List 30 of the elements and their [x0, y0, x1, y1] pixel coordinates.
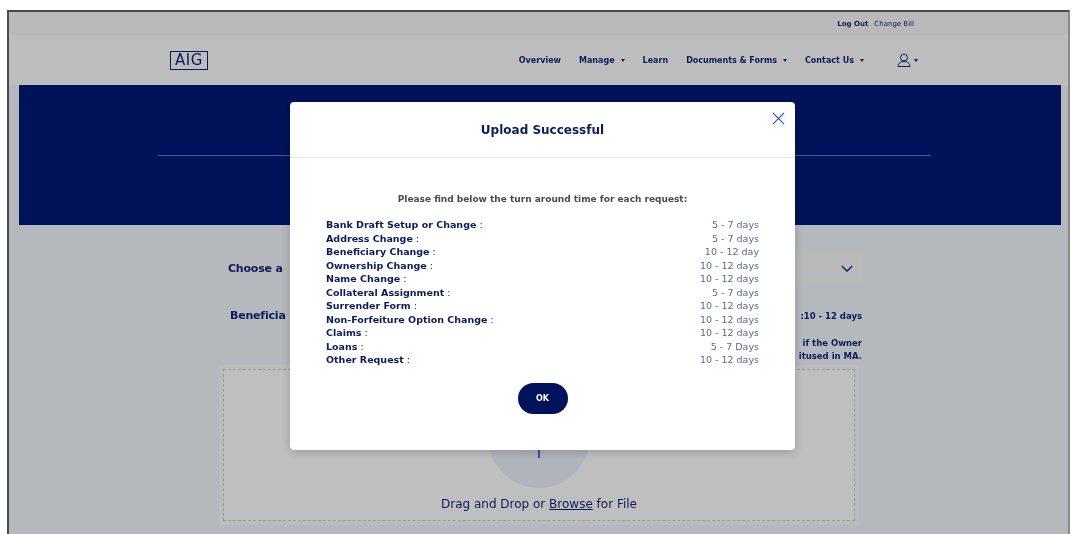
section-label: Choose a	[228, 261, 283, 275]
turnaround-time: 5 - 7 days	[712, 218, 759, 232]
request-label: Name Change :	[326, 272, 407, 286]
request-label: Ownership Change :	[326, 258, 433, 272]
turnaround-time: 5 - 7 Days	[710, 339, 759, 353]
request-label: Address Change :	[326, 231, 420, 245]
request-label: Collateral Assignment :	[326, 285, 451, 299]
modal-intro: Please find below the turn around time for each request:	[397, 194, 688, 204]
turnaround-time: 10 - 12 days	[699, 258, 759, 272]
section-label: Beneficia	[230, 309, 286, 324]
request-label: Surrender Form :	[326, 299, 417, 313]
note-text: itused in MA.	[798, 350, 862, 363]
turnaround-time: 10 - 12 days	[699, 299, 759, 313]
turnaround-time: 10 - 12 days	[699, 272, 759, 286]
request-label: Other Request :	[326, 353, 410, 367]
upload-instruction: Drag and Drop or Browse for File	[440, 497, 637, 511]
turnaround-time: 10 - 12 days	[699, 353, 759, 367]
request-label: Beneficiary Change :	[326, 245, 436, 259]
turnaround-time: 10 - 12 days	[699, 326, 759, 340]
turnaround-time: 5 - 7 days	[712, 231, 759, 245]
request-label: Bank Draft Setup or Change :	[326, 218, 483, 232]
modal-title: Upload Successful	[480, 122, 605, 137]
request-label: Loans :	[326, 339, 364, 353]
request-label: Non-Forfeiture Option Change :	[326, 312, 494, 326]
turnaround-time: 10 - 12 days	[699, 312, 759, 326]
turnaround-time: 10 - 12 day	[704, 245, 759, 259]
request-label: Claims :	[326, 326, 368, 340]
note-text: if the Owner	[802, 337, 862, 350]
note-text: :10 - 12 days	[800, 310, 862, 323]
turnaround-time: 5 - 7 days	[712, 285, 759, 299]
